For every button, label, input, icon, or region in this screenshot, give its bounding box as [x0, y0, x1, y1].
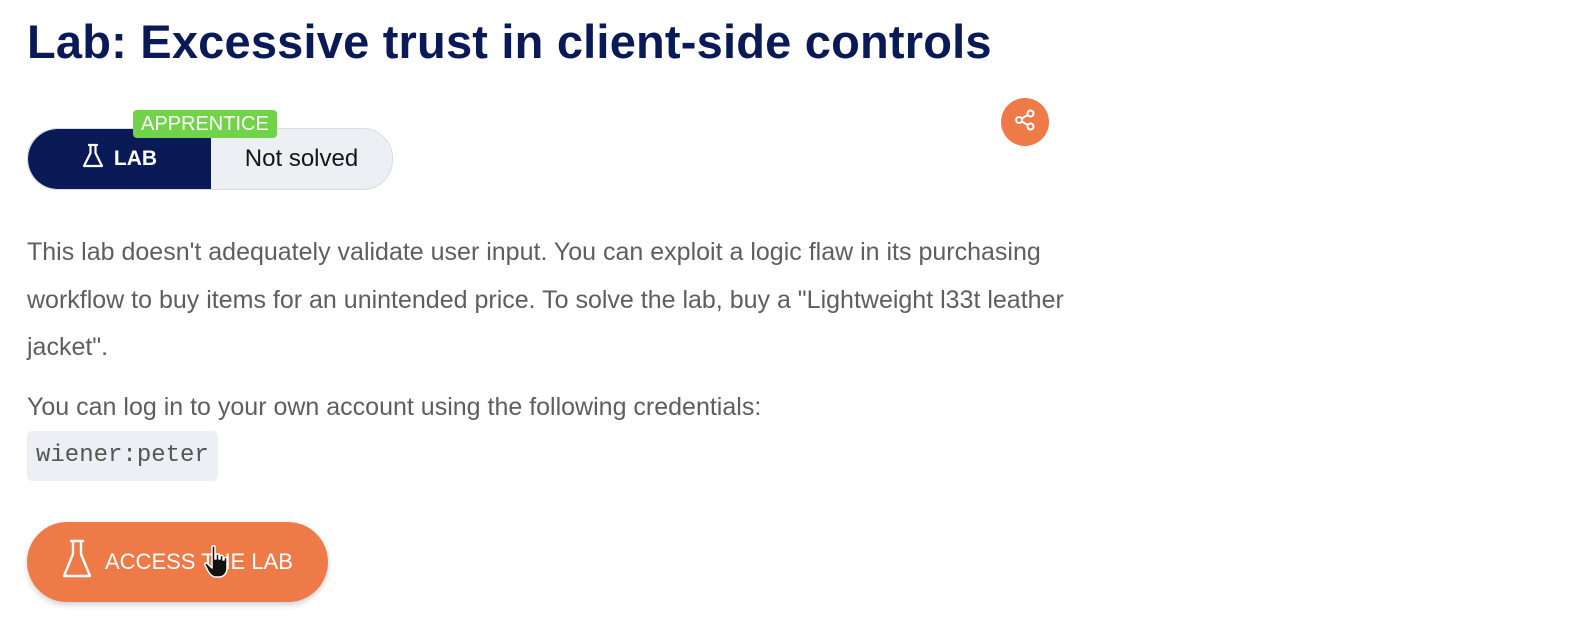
- page-title: Lab: Excessive trust in client-side cont…: [27, 15, 992, 68]
- lab-page: Lab: Excessive trust in client-side cont…: [0, 0, 1574, 630]
- lab-status: Not solved: [244, 145, 359, 172]
- lab-type: LAB: [28, 129, 211, 189]
- lab-description: This lab doesn't adequately validate use…: [27, 238, 1064, 361]
- lab-type-label: LAB: [113, 147, 158, 170]
- access-lab-button[interactable]: ACCESS THE LAB: [27, 522, 328, 602]
- access-lab-label: ACCESS THE LAB: [105, 549, 293, 574]
- level-badge: APPRENTICE: [133, 110, 277, 138]
- credentials-intro: You can log in to your own account using…: [27, 393, 762, 421]
- flask-icon: [61, 539, 93, 585]
- credentials-code: wiener:peter: [27, 431, 218, 481]
- share-icon: [1013, 108, 1037, 137]
- share-button[interactable]: [1001, 98, 1049, 146]
- flask-icon: [82, 143, 104, 175]
- lab-badge: APPRENTICE LAB Not solved: [27, 108, 397, 192]
